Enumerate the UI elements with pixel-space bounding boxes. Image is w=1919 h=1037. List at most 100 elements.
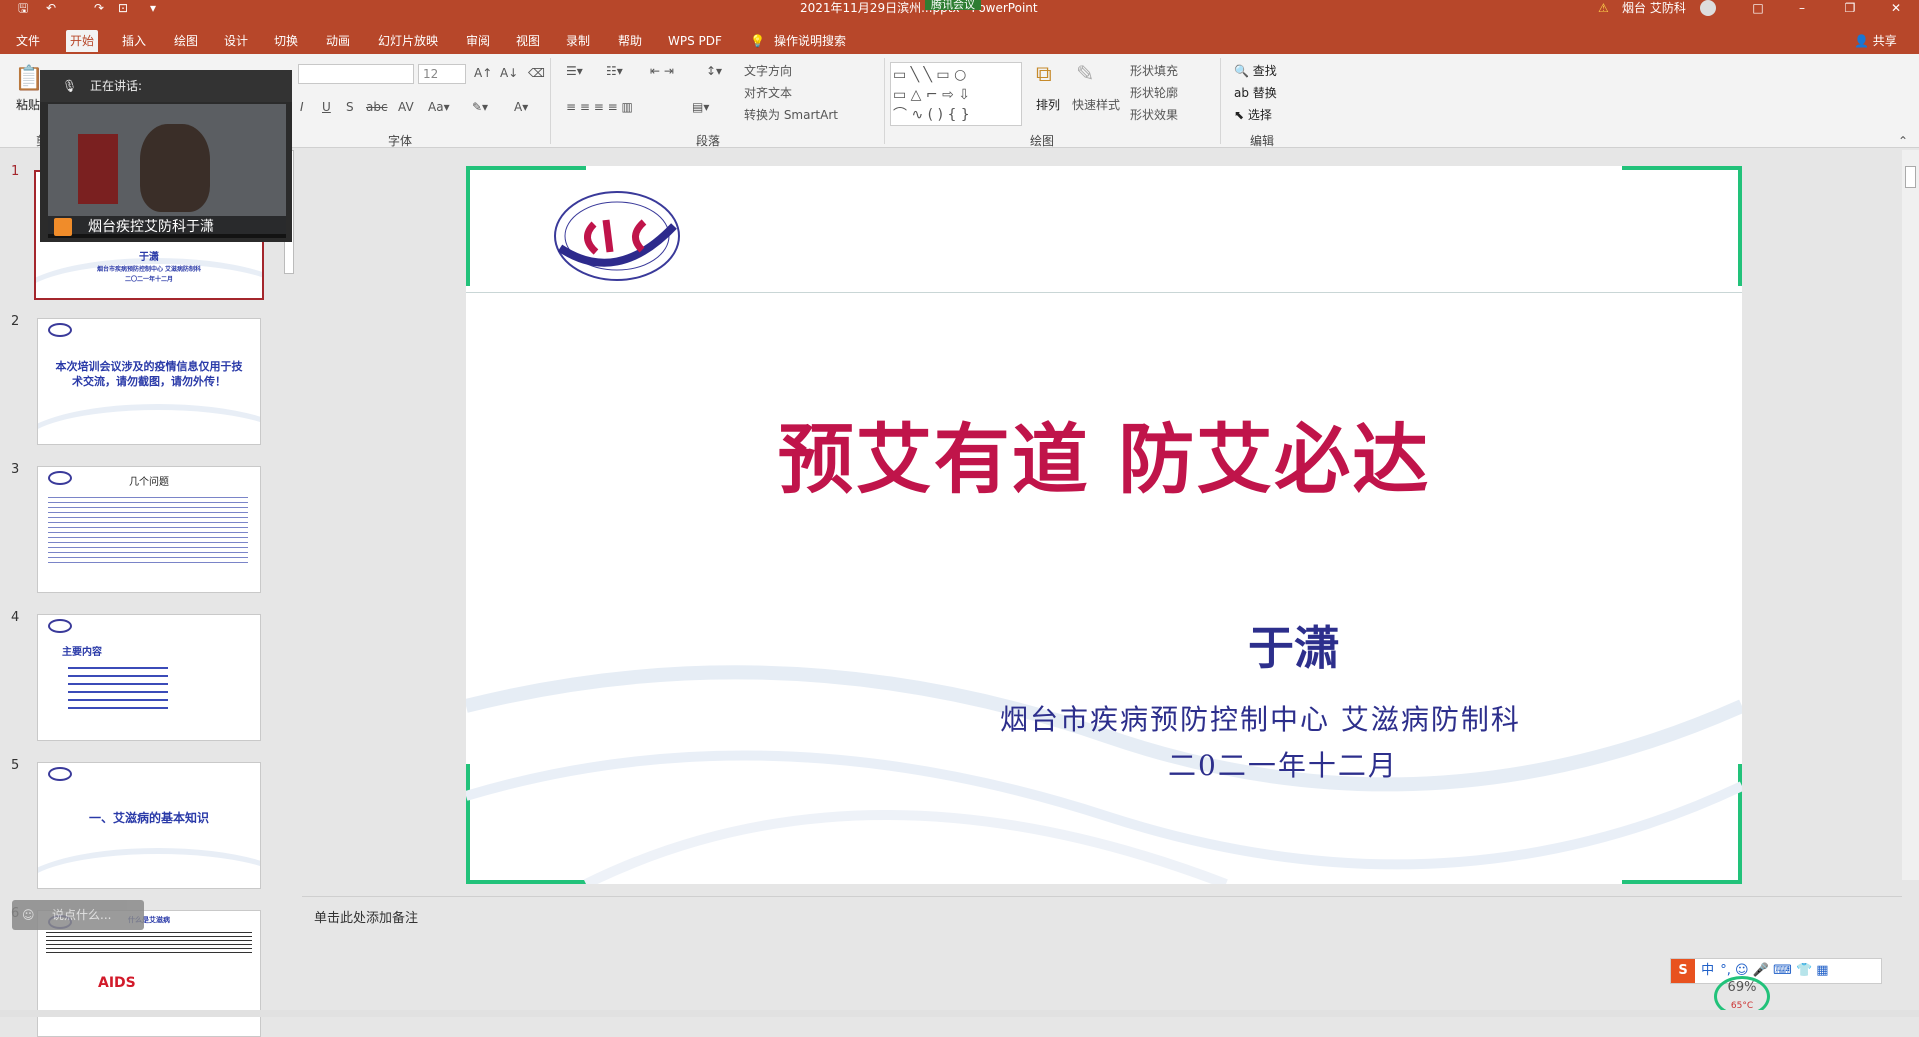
- slide-thumbnail-2[interactable]: 本次培训会议涉及的疫情信息仅用于技术交流，请勿截图，请勿外传！: [37, 318, 261, 445]
- emoji-icon[interactable]: ☺: [22, 900, 35, 930]
- align-text-button[interactable]: 对齐文本: [744, 84, 792, 101]
- share-button[interactable]: 👤 共享: [1850, 30, 1901, 52]
- slide-thumbnail-4[interactable]: 主要内容: [37, 614, 261, 741]
- indent-icon[interactable]: ⇤ ⇥: [650, 64, 674, 78]
- shadow-icon[interactable]: S: [346, 100, 354, 114]
- tell-me-search[interactable]: 操作说明搜索: [770, 30, 850, 52]
- slide-scrollbar[interactable]: [1902, 150, 1919, 880]
- ribbon-display-button[interactable]: □: [1738, 0, 1778, 16]
- customize-qat-icon[interactable]: ▾: [150, 0, 156, 16]
- tab-record[interactable]: 录制: [562, 30, 594, 52]
- input-mode-label[interactable]: 中: [1699, 963, 1716, 978]
- notes-pane[interactable]: 单击此处添加备注: [302, 896, 1902, 1010]
- convert-smartart-button[interactable]: 转换为 SmartArt: [744, 106, 838, 123]
- tab-animations[interactable]: 动画: [322, 30, 354, 52]
- slide-thumbnail-3[interactable]: 几个问题: [37, 466, 261, 593]
- slide-title[interactable]: 预艾有道 防艾必达: [466, 398, 1742, 508]
- presenter-name[interactable]: 于潇: [1248, 612, 1340, 678]
- chat-placeholder: 说点什么...: [52, 908, 112, 922]
- select-button[interactable]: ⬉ 选择: [1234, 106, 1272, 123]
- meeting-app-badge[interactable]: 腾讯会议: [925, 0, 981, 10]
- avatar[interactable]: [1700, 0, 1716, 16]
- shrink-font-icon[interactable]: A↓: [500, 66, 518, 80]
- cdc-logo-mini: [48, 323, 72, 337]
- tab-slideshow[interactable]: 幻灯片放映: [374, 30, 442, 52]
- ime-toolbar[interactable]: S 中 °, ☺ 🎤 ⌨ 👕 ▦: [1670, 958, 1882, 984]
- columns-icon[interactable]: ▤▾: [692, 100, 709, 114]
- font-color-icon[interactable]: A▾: [514, 100, 528, 114]
- wave-decoration: [38, 404, 260, 444]
- font-size-combo[interactable]: 12: [418, 64, 466, 84]
- current-slide[interactable]: 预艾有道 防艾必达 于潇 烟台市疾病预防控制中心 艾滋病防制科 二0二一年十二月: [466, 166, 1742, 884]
- warning-icon: ⚠: [1598, 1, 1609, 15]
- start-from-beginning-icon[interactable]: ⊡: [118, 0, 128, 16]
- thumb-number: 3: [11, 462, 20, 477]
- account-name[interactable]: 烟台 艾防科: [1622, 0, 1686, 16]
- tab-view[interactable]: 视图: [512, 30, 544, 52]
- header-rule: [466, 292, 1742, 293]
- quick-styles-icon[interactable]: ✎: [1076, 62, 1094, 87]
- tab-file[interactable]: 文件: [12, 30, 44, 52]
- thumb-line: 一、艾滋病的基本知识: [88, 811, 209, 825]
- organization[interactable]: 烟台市疾病预防控制中心 艾滋病防制科: [1000, 698, 1521, 738]
- tab-draw[interactable]: 绘图: [170, 30, 202, 52]
- tab-transitions[interactable]: 切换: [270, 30, 302, 52]
- tab-design[interactable]: 设计: [220, 30, 252, 52]
- thumb-number: 1: [11, 164, 20, 179]
- arrange-button-label[interactable]: 排列: [1036, 96, 1060, 113]
- italic-icon[interactable]: I: [300, 100, 304, 114]
- shape-fill-button[interactable]: 形状填充: [1130, 62, 1178, 79]
- tab-wps-pdf[interactable]: WPS PDF: [664, 30, 726, 52]
- paste-button-label[interactable]: 粘贴: [16, 96, 40, 113]
- scroll-thumb[interactable]: [1905, 166, 1916, 188]
- restore-button[interactable]: ❐: [1830, 0, 1870, 16]
- slide-thumbnail-5[interactable]: 一、艾滋病的基本知识: [37, 762, 261, 889]
- shapes-gallery[interactable]: ▭ ╲ ╲ ▭ ○ ▭ △ ⌐ ⇨ ⇩ ⌒ ∿ ( ) { }: [890, 62, 1022, 126]
- text-direction-button[interactable]: 文字方向: [744, 62, 792, 79]
- tab-insert[interactable]: 插入: [118, 30, 150, 52]
- tab-review[interactable]: 审阅: [462, 30, 494, 52]
- clear-format-icon[interactable]: ⌫: [528, 66, 545, 80]
- notes-placeholder[interactable]: 单击此处添加备注: [314, 907, 418, 926]
- thumb-text-block: [48, 493, 248, 563]
- frame-corner: [466, 166, 470, 286]
- meeting-speaker-window[interactable]: 🎙 正在讲话: 烟台疾控艾防科于潇: [40, 70, 292, 242]
- numbering-icon[interactable]: ☷▾: [606, 64, 623, 78]
- quick-styles-button-label[interactable]: 快速样式: [1072, 96, 1120, 113]
- minimize-button[interactable]: –: [1782, 0, 1822, 16]
- char-spacing-icon[interactable]: AV: [398, 100, 414, 114]
- banner-in-video: [78, 134, 118, 204]
- replace-button[interactable]: ab 替换: [1234, 84, 1277, 101]
- meeting-chat-input[interactable]: ☺ 说点什么...: [12, 900, 144, 930]
- title-bar: 🖫 ↶ ↷ ⊡ ▾ 2021年11月29日滨州...pptx - PowerPo…: [0, 0, 1919, 16]
- speaking-label: 正在讲话:: [90, 79, 143, 93]
- font-group-label: 字体: [388, 134, 413, 148]
- strikethrough-icon[interactable]: abc: [366, 100, 388, 114]
- grow-font-icon[interactable]: A↑: [474, 66, 492, 80]
- arrange-icon[interactable]: ⧉: [1036, 62, 1052, 87]
- cdc-logo-mini: [48, 767, 72, 781]
- font-name-combo[interactable]: [298, 64, 414, 84]
- underline-icon[interactable]: U: [322, 100, 331, 114]
- close-button[interactable]: ✕: [1876, 0, 1916, 16]
- status-bar: [0, 1010, 1919, 1017]
- highlight-icon[interactable]: ✎▾: [472, 100, 488, 114]
- save-icon[interactable]: 🖫: [18, 0, 28, 16]
- undo-icon[interactable]: ↶: [46, 0, 56, 16]
- shape-effects-button[interactable]: 形状效果: [1130, 106, 1178, 123]
- collapse-ribbon-icon[interactable]: ⌃: [1898, 134, 1908, 148]
- battery-percent: 69%: [1727, 980, 1757, 995]
- thumbnail-scrollbar[interactable]: [282, 150, 296, 1010]
- find-button[interactable]: 🔍 查找: [1234, 62, 1277, 79]
- redo-icon[interactable]: ↷: [94, 0, 104, 16]
- tab-help[interactable]: 帮助: [614, 30, 646, 52]
- change-case-icon[interactable]: Aa▾: [428, 100, 450, 114]
- tab-home[interactable]: 开始: [66, 30, 99, 52]
- speaker-figure: [140, 124, 210, 212]
- shape-outline-button[interactable]: 形状轮廓: [1130, 84, 1178, 101]
- presentation-date[interactable]: 二0二一年十二月: [1168, 744, 1398, 784]
- line-spacing-icon[interactable]: ↕▾: [706, 64, 722, 78]
- align-icons[interactable]: ≡ ≡ ≡ ≡ ▥: [566, 100, 633, 114]
- editing-group-label: 编辑: [1250, 134, 1275, 148]
- bullets-icon[interactable]: ☰▾: [566, 64, 583, 78]
